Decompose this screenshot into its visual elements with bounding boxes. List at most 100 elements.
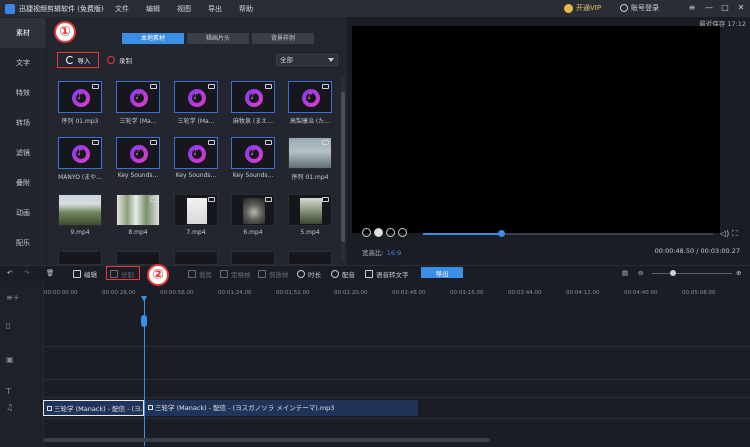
time-ruler[interactable]: 00:00:00.00 00:00:28.00 00:00:56.00 00:0… — [44, 290, 750, 302]
microphone-icon — [331, 270, 339, 278]
progress-handle[interactable] — [498, 230, 506, 237]
import-label: 导入 — [77, 57, 91, 65]
track-headers: ≡+ ▯ ▣ T ♫ — [0, 281, 44, 447]
zoom-in-icon[interactable]: ⊕ — [736, 269, 741, 277]
menu-export[interactable]: 导出 — [208, 4, 239, 14]
rail-item-overlay[interactable]: 叠附 — [0, 168, 46, 198]
rail-item-filters[interactable]: 滤镜 — [0, 138, 46, 168]
music-note-icon: ♪ — [72, 89, 90, 107]
fullscreen-icon[interactable]: ⛶ — [732, 229, 738, 239]
zoom-out-icon[interactable]: ⊖ — [638, 269, 643, 277]
aspect-ratio-label: 宽高比: — [362, 249, 384, 257]
redo-icon[interactable]: ↷ — [24, 269, 29, 277]
playhead-handle[interactable] — [141, 315, 147, 327]
minimize-icon[interactable]: — — [703, 2, 715, 14]
tab-intro[interactable]: 辑画片头 — [187, 33, 249, 44]
menu-file[interactable]: 文件 — [115, 4, 146, 14]
vip-label: 开通VIP — [576, 4, 602, 12]
close-icon[interactable]: ✕ — [735, 2, 747, 14]
tab-local-media[interactable]: 本地素材 — [122, 33, 184, 44]
audio-clip[interactable]: 三轮学 (Manack) - 配信 - (ヨスガノソラ メインテーマ).mp3 — [145, 400, 418, 416]
audio-tag-icon — [92, 140, 99, 145]
rail-item-music[interactable]: 配乐 — [0, 228, 46, 258]
edit-label: 编辑 — [84, 271, 97, 279]
dub-label: 配音 — [342, 271, 355, 279]
record-button[interactable]: 录制 — [107, 55, 132, 65]
playback-controls — [362, 228, 410, 237]
tick-label: 00:03:44.00 — [508, 290, 542, 296]
app-logo-icon — [5, 3, 15, 14]
playback-progress[interactable] — [423, 230, 713, 237]
music-track-icon: ♫ — [6, 403, 14, 412]
media-scrollbar-thumb[interactable] — [341, 92, 345, 242]
menu-view[interactable]: 视图 — [177, 4, 208, 14]
dub-button[interactable]: 配音 — [331, 269, 355, 279]
tick-label: 00:04:40.00 — [624, 290, 658, 296]
maximize-icon[interactable]: □ — [719, 2, 731, 14]
duration-button[interactable]: 时长 — [297, 269, 321, 279]
crop-button[interactable]: 裁剪 — [188, 269, 212, 279]
rail-item-text[interactable]: 文字 — [0, 48, 46, 78]
track-divider — [44, 379, 750, 380]
media-scrollbar[interactable] — [341, 77, 345, 262]
login-button[interactable]: 账号登录 — [620, 3, 659, 13]
filter-select[interactable]: 全部 — [276, 54, 338, 66]
menu-help[interactable]: 帮助 — [239, 4, 270, 14]
media-row-partial — [58, 251, 338, 265]
export-button[interactable]: 导出 — [421, 267, 463, 278]
track-divider — [44, 346, 750, 347]
next-frame-icon[interactable] — [386, 228, 395, 237]
prev-frame-icon[interactable] — [362, 228, 371, 237]
playhead-marker[interactable] — [141, 296, 147, 302]
delete-icon[interactable]: 🗑 — [46, 269, 54, 277]
audio-clip[interactable]: 三轮学 (Manack) - 配信 - (ヨ... — [43, 400, 144, 416]
audio-thumbnail: ♪ — [288, 81, 332, 113]
reverse-button[interactable]: 倒放帧 — [258, 269, 289, 279]
music-note-icon: ♪ — [130, 145, 148, 163]
freeze-frame-button[interactable]: 定格帧 — [220, 269, 251, 279]
freeze-icon — [220, 270, 228, 278]
freeze-label: 定格帧 — [231, 271, 251, 279]
callout-2: ② — [147, 264, 169, 286]
video-tag-icon — [265, 197, 272, 202]
zoom-slider-handle[interactable] — [670, 270, 676, 276]
media-tabs: 本地素材 辑画片头 背景样例 — [122, 33, 317, 44]
rail-item-material[interactable]: 素材 — [0, 18, 46, 48]
undo-icon[interactable]: ↶ — [7, 269, 12, 277]
import-button[interactable]: 导入 — [57, 52, 99, 68]
audio-thumbnail: ♪ — [231, 137, 275, 169]
rail-item-effects[interactable]: 特效 — [0, 78, 46, 108]
crop-label: 裁剪 — [199, 271, 212, 279]
tick-label: 00:00:00.00 — [44, 290, 78, 296]
add-track-icon[interactable]: ≡+ — [6, 293, 19, 302]
duration-label: 时长 — [308, 271, 321, 279]
split-highlight-box — [106, 266, 140, 280]
menu-icon[interactable]: ≡ — [686, 2, 698, 14]
reverse-label: 倒放帧 — [269, 271, 289, 279]
edit-button[interactable]: 编辑 — [73, 269, 97, 279]
tick-label: 00:01:52.00 — [276, 290, 310, 296]
filter-value: 全部 — [280, 56, 293, 64]
aspect-ratio[interactable]: 宽高比: 16:9 — [362, 247, 401, 257]
media-item-label: Key Sounds... — [117, 172, 159, 179]
stop-icon[interactable] — [398, 228, 407, 237]
menu-edit[interactable]: 编辑 — [146, 4, 177, 14]
video-track-icon: ▯ — [6, 321, 11, 330]
audio-clip-icon — [148, 404, 153, 410]
left-rail: 素材 文字 特效 转场 滤镜 叠附 动画 配乐 — [0, 17, 46, 265]
rail-item-animation[interactable]: 动画 — [0, 198, 46, 228]
play-icon[interactable] — [374, 228, 383, 237]
callout-1: ① — [54, 21, 76, 43]
track-divider — [44, 418, 750, 419]
audio-thumbnail: ♪ — [231, 81, 275, 113]
volume-icon[interactable]: ◁) — [720, 229, 729, 238]
zoom-slider[interactable] — [652, 273, 732, 274]
fit-icon[interactable]: ▤ — [622, 269, 628, 277]
aspect-ratio-value: 16:9 — [386, 249, 402, 257]
vip-button[interactable]: 开通VIP — [564, 3, 601, 13]
timeline-scrollbar[interactable] — [44, 438, 490, 442]
rail-item-transitions[interactable]: 转场 — [0, 108, 46, 138]
tab-backgrounds[interactable]: 背景样例 — [252, 33, 314, 44]
music-note-icon: ♪ — [188, 89, 206, 107]
speech-to-text-button[interactable]: 语音转文字 — [365, 269, 409, 279]
